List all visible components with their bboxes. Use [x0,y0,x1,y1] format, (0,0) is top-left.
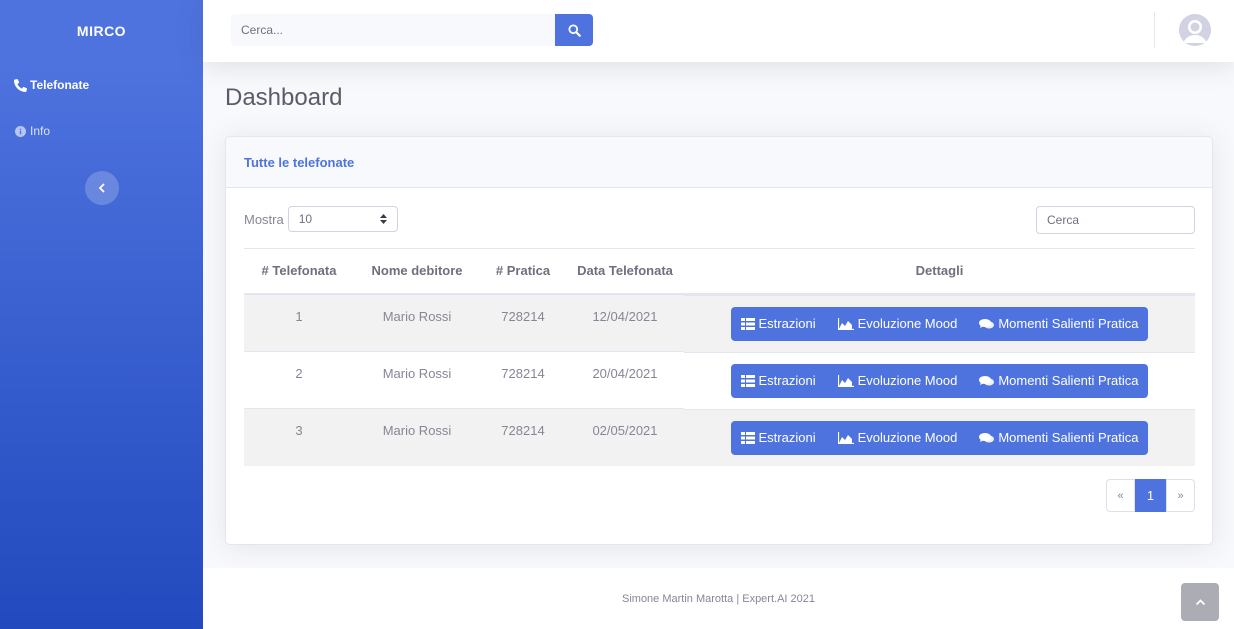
length-control: Mostra 10 [244,206,398,232]
cell-dettagli: Estrazioni Evoluzione Mood Momenti Salie… [684,351,1195,409]
length-select[interactable]: 10 [287,206,398,232]
cell-nome: Mario Rossi [354,351,480,409]
comments-icon [979,375,995,385]
calls-table: # Telefonata Nome debitore # Pratica Dat… [244,248,1195,466]
comments-icon [979,432,995,442]
column-header-dettagli[interactable]: Dettagli [684,248,1195,295]
area-chart-icon [837,317,854,330]
estrazioni-label: Estrazioni [758,430,816,445]
pagination: « 1 » [1106,479,1195,512]
sidebar-brand[interactable]: MIRCO [0,0,203,62]
pagination-prev[interactable]: « [1106,479,1135,512]
evoluzione-mood-button[interactable]: Evoluzione Mood [837,430,958,445]
user-avatar[interactable] [1179,14,1211,46]
sidebar-item-label: Info [30,124,51,138]
search-icon [567,23,581,37]
evoluzione-mood-label: Evoluzione Mood [857,373,958,388]
cell-data: 20/04/2021 [566,351,684,409]
sidebar-item-label: Telefonate [30,78,90,92]
cell-nome: Mario Rossi [354,293,480,352]
page-title: Dashboard [225,84,343,111]
footer: Simone Martin Marotta | Expert.AI 2021 [203,568,1234,629]
area-chart-icon [837,374,854,387]
evoluzione-mood-button[interactable]: Evoluzione Mood [837,373,958,388]
column-header-data[interactable]: Data Telefonata [566,248,684,295]
topbar-divider [1154,12,1155,48]
cell-dettagli: Estrazioni Evoluzione Mood Momenti Salie… [684,294,1195,352]
estrazioni-label: Estrazioni [758,373,816,388]
footer-text: Simone Martin Marotta | Expert.AI 2021 [622,592,815,605]
search-button[interactable] [555,14,593,46]
column-header-nome[interactable]: Nome debitore [354,248,480,295]
evoluzione-mood-button[interactable]: Evoluzione Mood [837,316,958,331]
estrazioni-button[interactable]: Estrazioni [740,430,816,445]
evoluzione-mood-label: Evoluzione Mood [857,316,958,331]
cell-telefonata: 3 [244,408,354,466]
length-label: Mostra [244,211,284,227]
sidebar-item-info[interactable]: Info [0,108,203,154]
user-avatar-icon [1179,14,1211,46]
topbar-search [231,14,593,46]
select-arrows-icon [379,214,387,224]
momenti-salienti-label: Momenti Salienti Pratica [998,373,1139,388]
estrazioni-button[interactable]: Estrazioni [740,316,816,331]
sidebar-toggle-button[interactable] [85,171,119,205]
momenti-salienti-button[interactable]: Momenti Salienti Pratica [979,430,1138,445]
column-header-telefonata[interactable]: # Telefonata [244,248,354,295]
details-button-group: Estrazioni Evoluzione Mood Momenti Salie… [730,306,1149,341]
topbar [203,0,1234,62]
chevron-up-icon [1195,599,1205,605]
table-row: 2 Mario Rossi 728214 20/04/2021 Estrazio… [244,351,1195,409]
momenti-salienti-button[interactable]: Momenti Salienti Pratica [979,316,1138,331]
cell-nome: Mario Rossi [354,408,480,466]
column-header-pratica[interactable]: # Pratica [480,248,566,295]
cell-pratica: 728214 [480,293,566,352]
details-button-group: Estrazioni Evoluzione Mood Momenti Salie… [730,363,1149,398]
evoluzione-mood-label: Evoluzione Mood [857,430,958,445]
sidebar-item-telefonate[interactable]: Telefonate [0,62,203,108]
cell-data: 12/04/2021 [566,293,684,352]
length-select-value: 10 [298,212,313,226]
table-header-row: # Telefonata Nome debitore # Pratica Dat… [244,248,1195,295]
area-chart-icon [837,431,854,444]
estrazioni-label: Estrazioni [758,316,816,331]
momenti-salienti-label: Momenti Salienti Pratica [998,316,1139,331]
info-icon [13,124,27,138]
chevron-left-icon [98,183,105,193]
cell-telefonata: 1 [244,293,354,352]
table-row: 1 Mario Rossi 728214 12/04/2021 Estrazio… [244,293,1195,352]
pagination-page[interactable]: 1 [1135,479,1166,512]
comments-icon [979,318,995,328]
cell-telefonata: 2 [244,351,354,409]
cell-pratica: 728214 [480,408,566,466]
cell-pratica: 728214 [480,351,566,409]
cell-data: 02/05/2021 [566,408,684,466]
card-header: Tutte le telefonate [226,137,1212,188]
search-input[interactable] [231,14,555,46]
table-icon [740,374,755,387]
table-row: 3 Mario Rossi 728214 02/05/2021 Estrazio… [244,408,1195,466]
momenti-salienti-button[interactable]: Momenti Salienti Pratica [979,373,1138,388]
calls-card: Tutte le telefonate Mostra 10 # Telefona… [225,136,1213,545]
scroll-to-top-button[interactable] [1181,583,1219,621]
momenti-salienti-label: Momenti Salienti Pratica [998,430,1139,445]
table-icon [740,317,755,330]
pagination-next[interactable]: » [1166,479,1195,512]
cell-dettagli: Estrazioni Evoluzione Mood Momenti Salie… [684,408,1195,466]
sidebar: MIRCO Telefonate Info [0,0,203,629]
table-icon [740,431,755,444]
table-filter-input[interactable] [1036,206,1195,234]
details-button-group: Estrazioni Evoluzione Mood Momenti Salie… [730,420,1149,455]
estrazioni-button[interactable]: Estrazioni [740,373,816,388]
phone-icon [13,78,27,92]
